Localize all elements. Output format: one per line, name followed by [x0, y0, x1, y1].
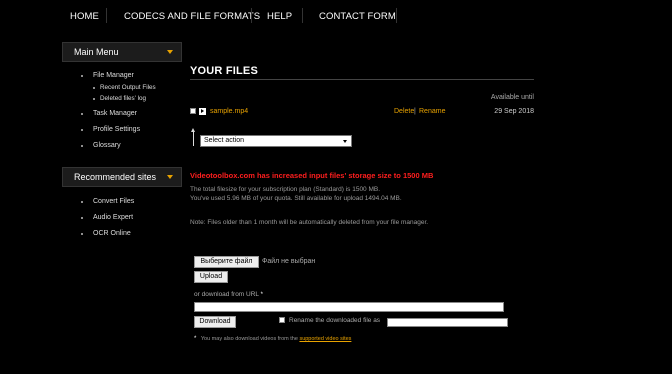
required-star: * [260, 292, 263, 298]
footnote-text: You may also download videos from the [200, 336, 298, 342]
rename-input[interactable] [387, 318, 508, 327]
bullet-icon [81, 145, 83, 147]
retention-note: Note: Files older than 1 month will be a… [190, 219, 429, 226]
url-label: or download from URL * [194, 291, 263, 298]
chevron-down-icon [167, 175, 173, 179]
quota-line-2: You've used 5.96 MB of your quota. Still… [190, 195, 402, 202]
bullet-icon [93, 97, 95, 100]
nav-separator [302, 8, 303, 23]
file-checkbox[interactable] [190, 108, 196, 114]
recommended-sites-header[interactable]: Recommended sites [62, 167, 182, 187]
download-button[interactable]: Download [194, 316, 236, 328]
upload-button[interactable]: Upload [194, 271, 228, 283]
footnote: * You may also download videos from the … [194, 336, 351, 342]
nav-contact[interactable]: CONTACT FORM [319, 11, 396, 22]
bullet-icon [81, 75, 83, 77]
chevron-down-icon [167, 50, 173, 54]
nav-home[interactable]: HOME [70, 11, 99, 22]
sidebar-item-recent-output[interactable]: Recent Output Files [93, 84, 156, 91]
play-icon[interactable] [199, 108, 206, 115]
footnote-star: * [194, 336, 197, 342]
link-separator: | [414, 108, 416, 115]
bullet-icon [81, 201, 83, 203]
nav-help[interactable]: HELP [267, 11, 292, 22]
bullet-icon [93, 86, 95, 89]
sidebar-item-label: Task Manager [93, 110, 137, 117]
nav-separator [396, 8, 397, 23]
bullet-icon [81, 113, 83, 115]
sidebar-item-label: Deleted files' log [100, 95, 147, 102]
rename-checkbox[interactable] [279, 317, 285, 323]
available-until-header: Available until [490, 94, 534, 101]
sidebar-item-task-manager[interactable]: Task Manager [81, 110, 137, 117]
sidebar-item-label: Glossary [93, 142, 121, 149]
main-menu-title: Main Menu [74, 47, 119, 57]
sidebar-item-convert-files[interactable]: Convert Files [81, 198, 135, 205]
action-select-value: Select action [204, 137, 245, 144]
sidebar-item-glossary[interactable]: Glossary [81, 142, 121, 149]
main-menu-header[interactable]: Main Menu [62, 42, 182, 62]
rename-link[interactable]: Rename [419, 108, 445, 115]
select-all-arrow-icon [191, 128, 196, 146]
sidebar-item-file-manager[interactable]: File Manager [81, 72, 134, 79]
bullet-icon [81, 233, 83, 235]
sidebar-item-deleted-log[interactable]: Deleted files' log [93, 95, 147, 102]
action-select[interactable]: Select action [200, 135, 352, 147]
chevron-down-icon [343, 140, 347, 143]
sidebar-item-ocr-online[interactable]: OCR Online [81, 230, 131, 237]
bullet-icon [81, 129, 83, 131]
sidebar-item-label: File Manager [93, 72, 134, 79]
sidebar-item-label: Profile Settings [93, 126, 141, 133]
storage-notice: Videotoolbox.com has increased input fil… [190, 171, 434, 180]
sidebar-item-label: Recent Output Files [100, 84, 156, 91]
file-expiry-date: 29 Sep 2018 [494, 108, 534, 115]
top-nav: HOME CODECS AND FILE FORMATS HELP CONTAC… [0, 0, 672, 33]
sidebar-item-label: Convert Files [93, 198, 135, 205]
file-name-link[interactable]: sample.mp4 [210, 108, 248, 115]
rename-label: Rename the downloaded file as [289, 317, 381, 324]
url-input[interactable] [194, 302, 504, 312]
nav-separator [106, 8, 107, 23]
sidebar-item-label: Audio Expert [93, 214, 134, 221]
nav-separator [251, 8, 252, 23]
supported-sites-link[interactable]: supported video sites [299, 336, 351, 342]
sidebar-item-profile-settings[interactable]: Profile Settings [81, 126, 141, 133]
quota-line-1: The total filesize for your subscription… [190, 186, 381, 193]
choose-file-button[interactable]: Выберите файл [194, 256, 259, 268]
bullet-icon [81, 217, 83, 219]
no-file-label: Файл не выбран [262, 258, 316, 265]
sidebar-item-label: OCR Online [93, 230, 131, 237]
sidebar-item-audio-expert[interactable]: Audio Expert [81, 214, 134, 221]
page-title: YOUR FILES [190, 65, 259, 77]
recommended-sites-title: Recommended sites [74, 172, 157, 182]
nav-codecs[interactable]: CODECS AND FILE FORMATS [124, 11, 260, 22]
delete-link[interactable]: Delete [394, 108, 414, 115]
divider [190, 79, 534, 80]
url-label-text: or download from URL [194, 291, 259, 298]
